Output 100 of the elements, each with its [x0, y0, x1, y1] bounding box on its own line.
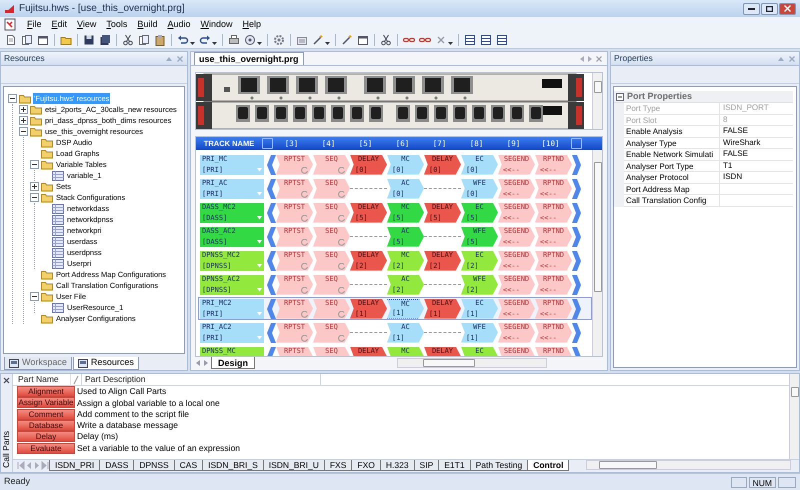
part-name-tag[interactable]: Evaluate [17, 442, 75, 454]
property-name: Enable Analysis [624, 126, 720, 138]
sheet-tab[interactable]: CAS [174, 460, 204, 471]
sheet-tab[interactable]: SIP [414, 460, 440, 471]
paste-button[interactable] [153, 32, 167, 48]
sheet-tab[interactable]: Control [527, 460, 570, 471]
sheet-tab[interactable]: FXO [351, 460, 381, 471]
close-icon[interactable] [3, 377, 10, 384]
property-value-cell[interactable] [720, 184, 793, 195]
scroll-right-icon[interactable] [33, 461, 41, 470]
property-value-cell[interactable]: T1 [720, 160, 793, 172]
expand-toggle-icon[interactable] [19, 116, 28, 125]
cut-button[interactable] [121, 32, 135, 48]
sheet-tab[interactable]: ISDN_BRI_U [262, 460, 325, 471]
scroll-left-icon[interactable] [579, 54, 585, 62]
header-marker-icon [571, 138, 582, 149]
vertical-scrollbar[interactable] [592, 150, 602, 356]
collapse-toggle-icon[interactable] [8, 94, 17, 103]
part-name-tag[interactable]: Alignment [17, 386, 75, 398]
scroll-right-icon[interactable] [587, 54, 593, 62]
part-name-tag[interactable]: Database [17, 420, 75, 432]
collapse-toggle-icon[interactable] [30, 160, 39, 169]
scroll-left-icon[interactable] [195, 359, 201, 367]
document-tab[interactable]: use_this_overnight.prg [194, 52, 304, 65]
redo-button[interactable] [198, 32, 218, 48]
tools-button[interactable] [340, 32, 354, 48]
menu-item[interactable]: Help [242, 18, 262, 32]
menu-item[interactable]: File [27, 18, 42, 32]
dropdown-caret-icon[interactable] [257, 240, 262, 244]
new-project-button[interactable] [20, 32, 34, 48]
scroll-thumb[interactable] [423, 359, 476, 367]
menu-item[interactable]: Build [137, 18, 158, 32]
part-description: Delay (ms) [77, 430, 118, 444]
table-icon [52, 302, 64, 314]
compile-button[interactable] [311, 32, 331, 48]
first-page-icon[interactable] [17, 461, 25, 470]
collapse-toggle-icon[interactable] [30, 292, 39, 301]
cut-part-button[interactable] [379, 32, 393, 48]
expand-toggle-icon[interactable] [19, 105, 28, 114]
collapse-toggle-icon[interactable] [616, 92, 624, 100]
part-name-tag[interactable]: Comment [17, 408, 75, 420]
maximize-button[interactable] [761, 2, 778, 14]
pin-icon[interactable] [165, 54, 173, 62]
scroll-thumb[interactable] [790, 387, 798, 397]
settings-button[interactable] [272, 32, 286, 48]
vertical-scrollbar[interactable] [592, 73, 602, 129]
minimize-button[interactable] [743, 2, 760, 14]
menu-item[interactable]: Window [200, 18, 232, 32]
horizontal-scrollbar[interactable] [586, 460, 791, 470]
folder-icon [41, 268, 53, 280]
last-page-icon[interactable] [41, 461, 49, 470]
scissors-icon [380, 34, 392, 46]
layout-button[interactable] [479, 32, 493, 48]
menu-item[interactable]: Tools [106, 18, 128, 32]
document-icon[interactable] [4, 18, 17, 31]
close-button[interactable] [779, 2, 796, 14]
layout-button[interactable] [495, 32, 509, 48]
expand-toggle-icon[interactable] [30, 182, 39, 191]
property-value-cell[interactable]: WireShark [720, 138, 793, 149]
column-header[interactable]: Part Description [81, 374, 321, 386]
horizontal-scrollbar[interactable] [397, 358, 548, 368]
property-value-cell[interactable]: FALSE [720, 126, 793, 138]
sheet-tab[interactable]: Path Testing [470, 460, 528, 471]
layout-button[interactable] [463, 32, 477, 48]
help-button[interactable] [243, 32, 263, 48]
property-value-cell[interactable]: ISDN [720, 172, 793, 184]
sheet-tab[interactable]: DPNSS [133, 460, 175, 471]
copy-button[interactable] [137, 32, 151, 48]
sheet-tab[interactable]: ISDN_BRI_S [202, 460, 264, 471]
scroll-right-icon[interactable] [203, 359, 209, 367]
panel-tab[interactable]: Workspace [4, 357, 72, 370]
vertical-scrollbar[interactable] [789, 374, 799, 459]
save-button[interactable] [82, 32, 96, 48]
pin-icon[interactable] [777, 54, 785, 62]
panel-tab[interactable]: Resources [72, 357, 139, 370]
scroll-left-icon[interactable] [25, 461, 33, 470]
collapse-toggle-icon[interactable] [19, 127, 28, 136]
property-value-cell[interactable]: FALSE [720, 149, 793, 160]
menu-item[interactable]: Audio [167, 18, 190, 32]
scroll-thumb[interactable] [594, 162, 602, 292]
property-value-cell[interactable] [720, 195, 793, 206]
part-name-tag[interactable]: Assign Variable [17, 397, 75, 408]
scroll-thumb[interactable] [599, 461, 658, 469]
menu-item[interactable]: View [77, 18, 96, 32]
save-all-button[interactable] [98, 32, 112, 48]
menu-item[interactable]: Edit [52, 18, 68, 32]
folder-icon [19, 92, 31, 104]
sheet-tab[interactable]: ISDN_PRI [49, 460, 100, 471]
minimize-icon [748, 8, 755, 10]
sheet-tab[interactable]: FXS [324, 460, 352, 471]
sheet-tab[interactable]: Design [211, 357, 256, 369]
new-file-button[interactable] [4, 32, 18, 48]
scroll-thumb[interactable] [594, 81, 602, 93]
part-name-tag[interactable]: Delay [17, 431, 75, 442]
dropdown-caret-icon[interactable] [257, 216, 262, 220]
sheet-tab[interactable]: E1T1 [438, 460, 471, 471]
sheet-tab[interactable]: H.323 [380, 460, 415, 471]
collapse-toggle-icon[interactable] [30, 193, 39, 202]
sheet-tab[interactable]: DASS [99, 460, 134, 471]
undo-button[interactable] [176, 32, 196, 48]
